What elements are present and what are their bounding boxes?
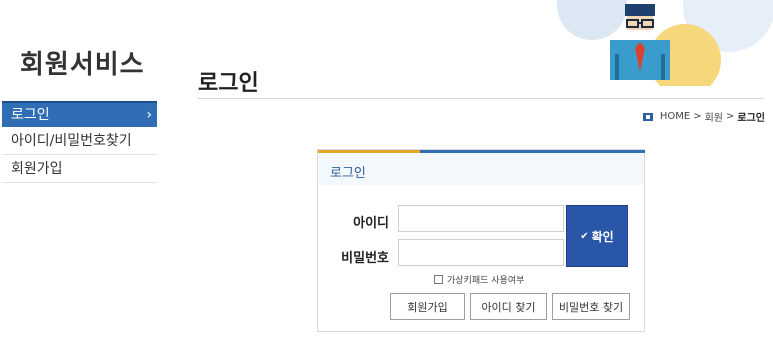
breadcrumb-current: 로그인 bbox=[737, 113, 765, 124]
virtual-keypad-label: 가상키패드 사용여부 bbox=[447, 276, 525, 286]
login-panel: 로그인 아이디 비밀번호 ✔ 확인 가상키패드 사용여부 회원가입 아이디 찾기… bbox=[317, 149, 645, 332]
breadcrumb-separator: > bbox=[693, 111, 702, 122]
login-submit-button[interactable]: ✔ 확인 bbox=[566, 205, 628, 267]
breadcrumb: HOME > 회원 > 로그인 bbox=[642, 109, 765, 124]
signup-button[interactable]: 회원가입 bbox=[390, 293, 465, 320]
login-panel-header: 로그인 bbox=[318, 150, 645, 185]
virtual-keypad-checkbox[interactable] bbox=[434, 275, 443, 284]
breadcrumb-home[interactable]: HOME bbox=[660, 111, 690, 122]
find-password-button[interactable]: 비밀번호 찾기 bbox=[552, 293, 630, 320]
sidebar-menu: 로그인 › 아이디/비밀번호찾기 회원가입 bbox=[2, 101, 157, 183]
check-icon: ✔ bbox=[580, 230, 589, 242]
header-illustration bbox=[555, 0, 773, 86]
sidebar-item-login[interactable]: 로그인 › bbox=[2, 101, 157, 127]
sidebar-item-label: 회원가입 bbox=[11, 161, 63, 177]
chevron-right-icon: › bbox=[146, 107, 152, 123]
login-submit-label: 확인 bbox=[591, 229, 614, 244]
password-label: 비밀번호 bbox=[341, 251, 389, 266]
person-with-glasses-icon bbox=[610, 4, 670, 80]
sidebar-item-find-id-password[interactable]: 아이디/비밀번호찾기 bbox=[2, 127, 157, 155]
breadcrumb-separator: > bbox=[726, 111, 735, 122]
sidebar-item-signup[interactable]: 회원가입 bbox=[2, 155, 157, 183]
login-panel-title: 로그인 bbox=[330, 166, 366, 181]
id-field[interactable] bbox=[398, 205, 564, 232]
title-divider bbox=[198, 98, 764, 99]
sidebar-item-label: 아이디/비밀번호찾기 bbox=[11, 133, 132, 149]
page-title: 로그인 bbox=[198, 71, 259, 96]
breadcrumb-section[interactable]: 회원 bbox=[705, 109, 723, 124]
header-accent-bar bbox=[420, 150, 645, 153]
id-label: 아이디 bbox=[353, 216, 389, 231]
login-actions: 회원가입 아이디 찾기 비밀번호 찾기 bbox=[318, 293, 646, 320]
find-id-button[interactable]: 아이디 찾기 bbox=[470, 293, 547, 320]
sidebar-item-label: 로그인 bbox=[11, 107, 50, 123]
virtual-keypad-option: 가상키패드 사용여부 bbox=[434, 273, 524, 286]
home-icon bbox=[642, 112, 653, 121]
password-field[interactable] bbox=[398, 239, 564, 266]
sidebar-title: 회원서비스 bbox=[20, 50, 145, 80]
